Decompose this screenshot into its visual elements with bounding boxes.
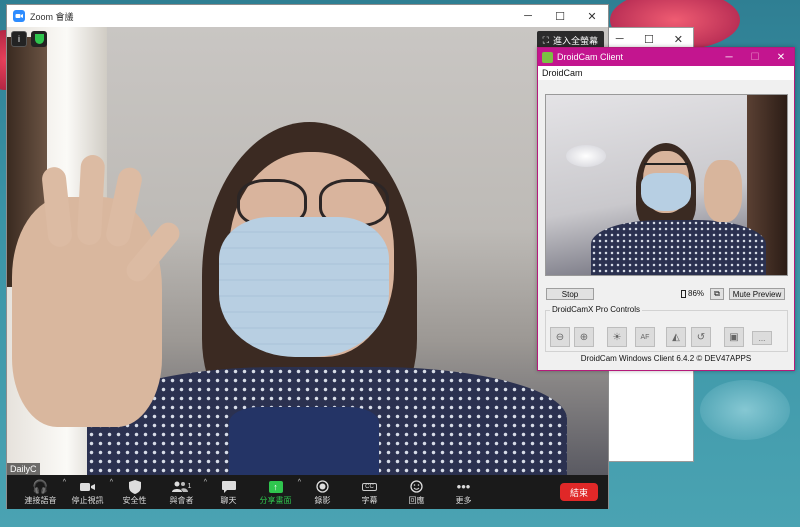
preview-hand	[704, 160, 742, 222]
maximize-button[interactable]: ☐	[742, 48, 768, 66]
record-label: 錄影	[314, 495, 331, 505]
switch-camera-button[interactable]: ⧉	[710, 288, 724, 300]
switch-camera-icon: ⧉	[714, 289, 720, 298]
led-button[interactable]: ☀	[607, 327, 627, 347]
participants-label: 與會者	[169, 495, 194, 505]
autofocus-icon: AF	[640, 333, 650, 341]
mirror-icon: ◭	[672, 331, 680, 343]
preview-jacket	[591, 220, 766, 275]
chat-label: 聊天	[220, 495, 237, 505]
zoom-titlebar: Zoom 會議 ─ ☐ ✕	[7, 5, 608, 27]
pro-controls-label: DroidCamX Pro Controls	[550, 305, 643, 314]
battery-icon	[681, 289, 686, 298]
chat-icon	[221, 479, 236, 495]
fullscreen-icon: ⛶	[542, 34, 549, 45]
pro-controls-group: DroidCamX Pro Controls ⊖ ⊕ ☀ AF ◭ ↺ ▣ ..…	[545, 305, 788, 352]
shield-icon	[128, 479, 141, 495]
mute-preview-button[interactable]: Mute Preview	[729, 288, 785, 300]
captions-button[interactable]: CC 字幕	[346, 479, 393, 506]
share-screen-button[interactable]: ↑ ^ 分享畫面	[252, 479, 302, 506]
share-label: 分享畫面	[259, 495, 292, 505]
rotate-icon: ↺	[696, 331, 706, 343]
led-icon: ☀	[612, 331, 622, 343]
droidcam-titlebar: DroidCam Client ─ ☐ ✕	[538, 48, 794, 66]
version-footer: DroidCam Windows Client 6.4.2 © DEV47APP…	[580, 354, 752, 363]
finger	[76, 154, 106, 246]
record-icon	[316, 479, 329, 495]
preview-ceiling-lamp	[566, 145, 606, 167]
participants-button[interactable]: 1 ^ 與會者	[158, 479, 208, 506]
stop-button[interactable]: Stop	[546, 288, 594, 300]
video-label: 停止視訊	[71, 495, 104, 505]
meeting-toolbar: 🎧 ^ 連接語音 ^ 停止視訊 安全性 1 ^ 與會者 聊天 ↑ ^ 分享畫面 …	[7, 475, 608, 509]
window-controls: ─ ☐ ✕	[716, 48, 794, 66]
more-label: 更多	[455, 495, 472, 505]
camera-icon	[79, 479, 96, 495]
mirror-button[interactable]: ◭	[666, 327, 686, 347]
window-controls: ─ ☐ ✕	[512, 5, 608, 27]
person-mask	[219, 217, 389, 357]
participants-icon: 1	[171, 479, 192, 495]
camera-preview	[545, 94, 788, 276]
jpg-button[interactable]: ▣	[724, 327, 744, 347]
security-label: 安全性	[122, 495, 147, 505]
maximize-button[interactable]: ☐	[544, 5, 576, 27]
chat-button[interactable]: 聊天	[205, 479, 252, 506]
info-icon[interactable]: i	[11, 31, 27, 47]
battery-indicator: 86%	[681, 289, 704, 298]
security-button[interactable]: 安全性	[111, 479, 158, 506]
encryption-shield-icon[interactable]	[31, 31, 47, 47]
close-button[interactable]: ✕	[576, 5, 608, 27]
zoom-in-button[interactable]: ⊕	[574, 327, 594, 347]
zoom-window: Zoom 會議 ─ ☐ ✕ i ⛶ 進入全螢幕 DailyC 🎧 ^ 連接語音 …	[6, 4, 609, 509]
smiley-icon	[410, 479, 423, 495]
zoom-out-icon: ⊖	[555, 331, 565, 343]
jpg-icon: ▣	[729, 331, 739, 343]
zoom-in-icon: ⊕	[579, 331, 589, 343]
share-screen-icon: ↑	[268, 479, 283, 495]
battery-level: 86%	[688, 289, 705, 298]
window-title: Zoom 會議	[30, 11, 74, 22]
minimize-button[interactable]: ─	[512, 5, 544, 27]
reactions-button[interactable]: 回應	[393, 479, 440, 506]
zoom-out-button[interactable]: ⊖	[550, 327, 570, 347]
record-button[interactable]: 錄影	[299, 479, 346, 506]
close-button[interactable]: ✕	[768, 48, 794, 66]
more-button[interactable]: ••• 更多	[440, 479, 487, 506]
headphones-icon: 🎧	[32, 478, 49, 494]
autofocus-button[interactable]: AF	[635, 327, 655, 347]
desktop-flower-bottom	[700, 380, 790, 440]
captions-label: 字幕	[361, 495, 378, 505]
video-feed: i ⛶ 進入全螢幕 DailyC	[7, 27, 608, 475]
end-meeting-button[interactable]: 結束	[560, 483, 598, 501]
fullscreen-label: 進入全螢幕	[552, 35, 598, 46]
rotate-button[interactable]: ↺	[691, 327, 711, 347]
more-icon: ...	[758, 333, 766, 343]
participants-count: 1	[187, 483, 192, 490]
droidcam-menu[interactable]: DroidCam	[538, 66, 794, 80]
droidcam-window: DroidCam Client ─ ☐ ✕ DroidCam Stop 86% …	[537, 47, 795, 371]
zoom-logo-icon	[13, 10, 25, 22]
preview-mask	[641, 173, 691, 211]
window-title: DroidCam Client	[557, 52, 624, 62]
closed-captions-icon: CC	[362, 479, 377, 495]
reactions-label: 回應	[408, 495, 425, 505]
audio-button[interactable]: 🎧 ^ 連接語音	[17, 478, 67, 506]
minimize-button[interactable]: ─	[716, 48, 742, 66]
person-shirt	[229, 407, 379, 475]
more-options-button[interactable]: ...	[752, 331, 772, 345]
droidcam-app-icon	[542, 51, 553, 63]
audio-label: 連接語音	[24, 495, 57, 505]
participant-name-tag: DailyC	[7, 463, 40, 475]
video-button[interactable]: ^ 停止視訊	[64, 479, 114, 506]
more-dots-icon: •••	[456, 479, 471, 494]
